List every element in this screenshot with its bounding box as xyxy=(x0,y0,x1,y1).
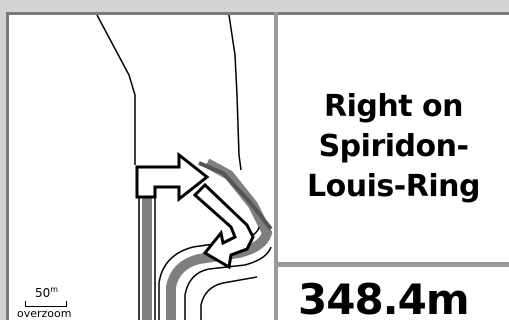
instruction-line: Spiridon- xyxy=(318,129,469,164)
map-scale: 50m overzoom xyxy=(15,285,79,320)
turn-instruction: Right on Spiridon- Louis-Ring xyxy=(278,87,509,207)
route-vertical xyxy=(142,195,152,320)
instruction-line: Louis-Ring xyxy=(307,169,480,204)
scale-label: 50m xyxy=(35,285,59,300)
zoom-label: overzoom xyxy=(17,307,72,320)
distance-to-turn: 348.4m xyxy=(298,275,470,320)
road-line-left xyxy=(96,15,136,165)
map-view[interactable]: 50m overzoom xyxy=(6,12,274,320)
road-line-right xyxy=(228,15,242,171)
distance-panel: 348.4m xyxy=(278,267,509,320)
map-canvas xyxy=(96,15,273,320)
instruction-line: Right on xyxy=(324,89,463,124)
turn-instruction-panel: Right on Spiridon- Louis-Ring xyxy=(278,12,509,262)
road-curve-small xyxy=(200,276,258,320)
navigation-screen: 50m overzoom Right on Spiridon- Louis-Ri… xyxy=(0,0,509,320)
